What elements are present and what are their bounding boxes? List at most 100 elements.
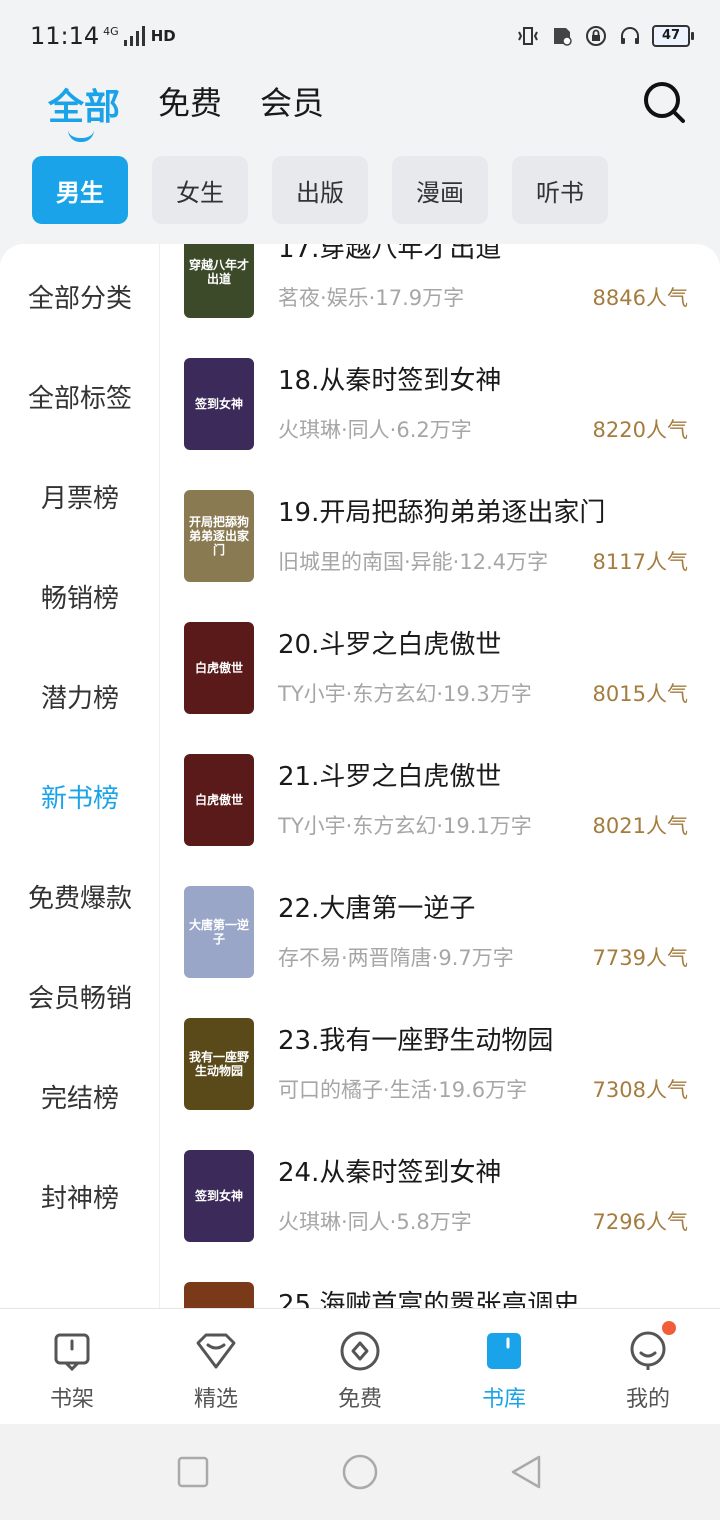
nav-label: 书架 [49,1387,94,1412]
sidebar-item-bestseller[interactable]: 畅销榜 [0,578,160,615]
book-title: 20.斗罗之白虎傲世 [278,630,502,660]
book-meta: 火琪琳·同人·5.8万字 [278,1210,472,1234]
nav-profile[interactable]: 我的 [576,1309,720,1424]
nav-library[interactable]: 书库 [432,1309,576,1424]
book-cover: 开局把舔狗弟弟逐出家门 [184,490,254,582]
cover-text: 签到女神 [184,1150,254,1242]
book-title: 23.我有一座野生动物园 [278,1026,554,1056]
book-meta: 茗夜·娱乐·17.9万字 [278,286,465,310]
book-meta: 旧城里的南国·异能·12.4万字 [278,550,549,574]
ranking-sidebar: 全部分类 全部标签 月票榜 畅销榜 潜力榜 新书榜 免费爆款 会员畅销 完结榜 … [0,244,160,1308]
book-popularity: 8021人气 [592,814,688,838]
vibrate-icon [518,27,538,45]
book-meta: 存不易·两晋隋唐·9.7万字 [278,946,514,970]
nav-featured[interactable]: 精选 [144,1309,288,1424]
sidebar-item-legend[interactable]: 封神榜 [0,1178,160,1215]
main-panel: 全部分类 全部标签 月票榜 畅销榜 潜力榜 新书榜 免费爆款 会员畅销 完结榜 … [0,244,720,1308]
library-icon [487,1333,521,1369]
cover-text [184,1282,254,1308]
status-bar: 11:14 4G HD 47 [0,0,720,72]
book-cover: 白虎傲世 [184,622,254,714]
book-cover: 签到女神 [184,358,254,450]
notification-badge [662,1321,676,1335]
book-meta: 可口的橘子·生活·19.6万字 [278,1078,528,1102]
book-popularity: 8846人气 [592,286,688,310]
list-item[interactable]: 签到女神 18.从秦时签到女神 火琪琳·同人·6.2万字 8220人气 [160,358,720,490]
book-popularity: 7308人气 [592,1078,688,1102]
cover-text: 开局把舔狗弟弟逐出家门 [184,490,254,582]
chip-publish[interactable]: 出版 [272,156,368,224]
tab-free[interactable]: 免费 [158,78,222,128]
book-title: 17.穿越八年才出道 [278,244,502,264]
sidebar-item-member-bestseller[interactable]: 会员畅销 [0,978,160,1015]
tab-all[interactable]: 全部 [48,78,120,142]
chip-audiobook[interactable]: 听书 [512,156,608,224]
battery-indicator: 47 [652,25,694,47]
list-item[interactable]: 签到女神 24.从秦时签到女神 火琪琳·同人·5.8万字 7296人气 [160,1150,720,1282]
book-popularity: 7296人气 [592,1210,688,1234]
nav-free[interactable]: 免费 [288,1309,432,1424]
signal-icon [123,26,145,46]
book-cover: 我有一座野生动物园 [184,1018,254,1110]
book-popularity: 8015人气 [592,682,688,706]
book-title: 25.海贼首富的嚣张高调史 [278,1290,580,1308]
cover-text: 穿越八年才出道 [184,244,254,318]
cover-text: 签到女神 [184,358,254,450]
book-cover: 大唐第一逆子 [184,886,254,978]
sidebar-item-all-tags[interactable]: 全部标签 [0,378,160,415]
sidebar-item-free-hits[interactable]: 免费爆款 [0,878,160,915]
sidebar-item-monthly-ticket[interactable]: 月票榜 [0,478,160,515]
nav-label: 我的 [625,1387,670,1412]
bottom-nav: 书架 精选 免费 书库 我的 [0,1308,720,1424]
book-meta: TY小宇·东方玄幻·19.1万字 [278,814,532,838]
nav-label: 书库 [481,1387,526,1412]
nav-label: 免费 [337,1387,382,1412]
book-popularity: 8117人气 [592,550,688,574]
profile-icon [630,1331,666,1370]
book-list: 穿越八年才出道 17.穿越八年才出道 茗夜·娱乐·17.9万字 8846人气 签… [160,244,720,1308]
sidebar-item-new-books[interactable]: 新书榜 [0,778,160,815]
nav-label: 精选 [193,1387,238,1412]
free-icon [340,1331,380,1371]
book-cover: 穿越八年才出道 [184,244,254,318]
home-icon[interactable] [340,1452,380,1492]
list-item[interactable]: 大唐第一逆子 22.大唐第一逆子 存不易·两晋隋唐·9.7万字 7739人气 [160,886,720,1018]
network-type: 4G [103,24,119,38]
nav-bookshelf[interactable]: 书架 [0,1309,144,1424]
list-item[interactable]: 开局把舔狗弟弟逐出家门 19.开局把舔狗弟弟逐出家门 旧城里的南国·异能·12.… [160,490,720,622]
bookshelf-icon [54,1333,90,1372]
gender-chips: 男生 女生 出版 漫画 听书 [32,156,608,224]
status-left: 11:14 4G HD [30,22,176,50]
sidebar-item-potential[interactable]: 潜力榜 [0,678,160,715]
recent-apps-icon[interactable] [173,1452,213,1492]
book-title: 19.开局把舔狗弟弟逐出家门 [278,498,606,528]
sidebar-item-all-categories[interactable]: 全部分类 [0,278,160,315]
cover-text: 白虎傲世 [184,622,254,714]
sim-icon [554,28,572,46]
chip-female[interactable]: 女生 [152,156,248,224]
lock-rotation-icon [586,26,606,46]
book-popularity: 7739人气 [592,946,688,970]
book-title: 18.从秦时签到女神 [278,366,502,396]
chip-male[interactable]: 男生 [32,156,128,224]
chip-comics[interactable]: 漫画 [392,156,488,224]
tab-member[interactable]: 会员 [260,78,324,128]
book-title: 22.大唐第一逆子 [278,894,476,924]
top-tabs: 全部 免费 会员 [48,78,324,142]
book-cover: 签到女神 [184,1150,254,1242]
list-item[interactable]: 白虎傲世 21.斗罗之白虎傲世 TY小宇·东方玄幻·19.1万字 8021人气 [160,754,720,886]
list-item[interactable]: 25.海贼首富的嚣张高调史 [160,1282,720,1308]
list-item[interactable]: 我有一座野生动物园 23.我有一座野生动物园 可口的橘子·生活·19.6万字 7… [160,1018,720,1150]
list-item[interactable]: 穿越八年才出道 17.穿越八年才出道 茗夜·娱乐·17.9万字 8846人气 [160,244,720,358]
book-meta: 火琪琳·同人·6.2万字 [278,418,472,442]
list-item[interactable]: 白虎傲世 20.斗罗之白虎傲世 TY小宇·东方玄幻·19.3万字 8015人气 [160,622,720,754]
hd-indicator: HD [150,27,176,45]
search-icon[interactable] [642,80,686,124]
featured-icon [196,1333,236,1369]
book-title: 24.从秦时签到女神 [278,1158,502,1188]
headphones-icon [621,27,639,44]
cover-text: 白虎傲世 [184,754,254,846]
back-icon[interactable] [507,1452,547,1492]
status-time: 11:14 [30,22,100,50]
sidebar-item-completed[interactable]: 完结榜 [0,1078,160,1115]
